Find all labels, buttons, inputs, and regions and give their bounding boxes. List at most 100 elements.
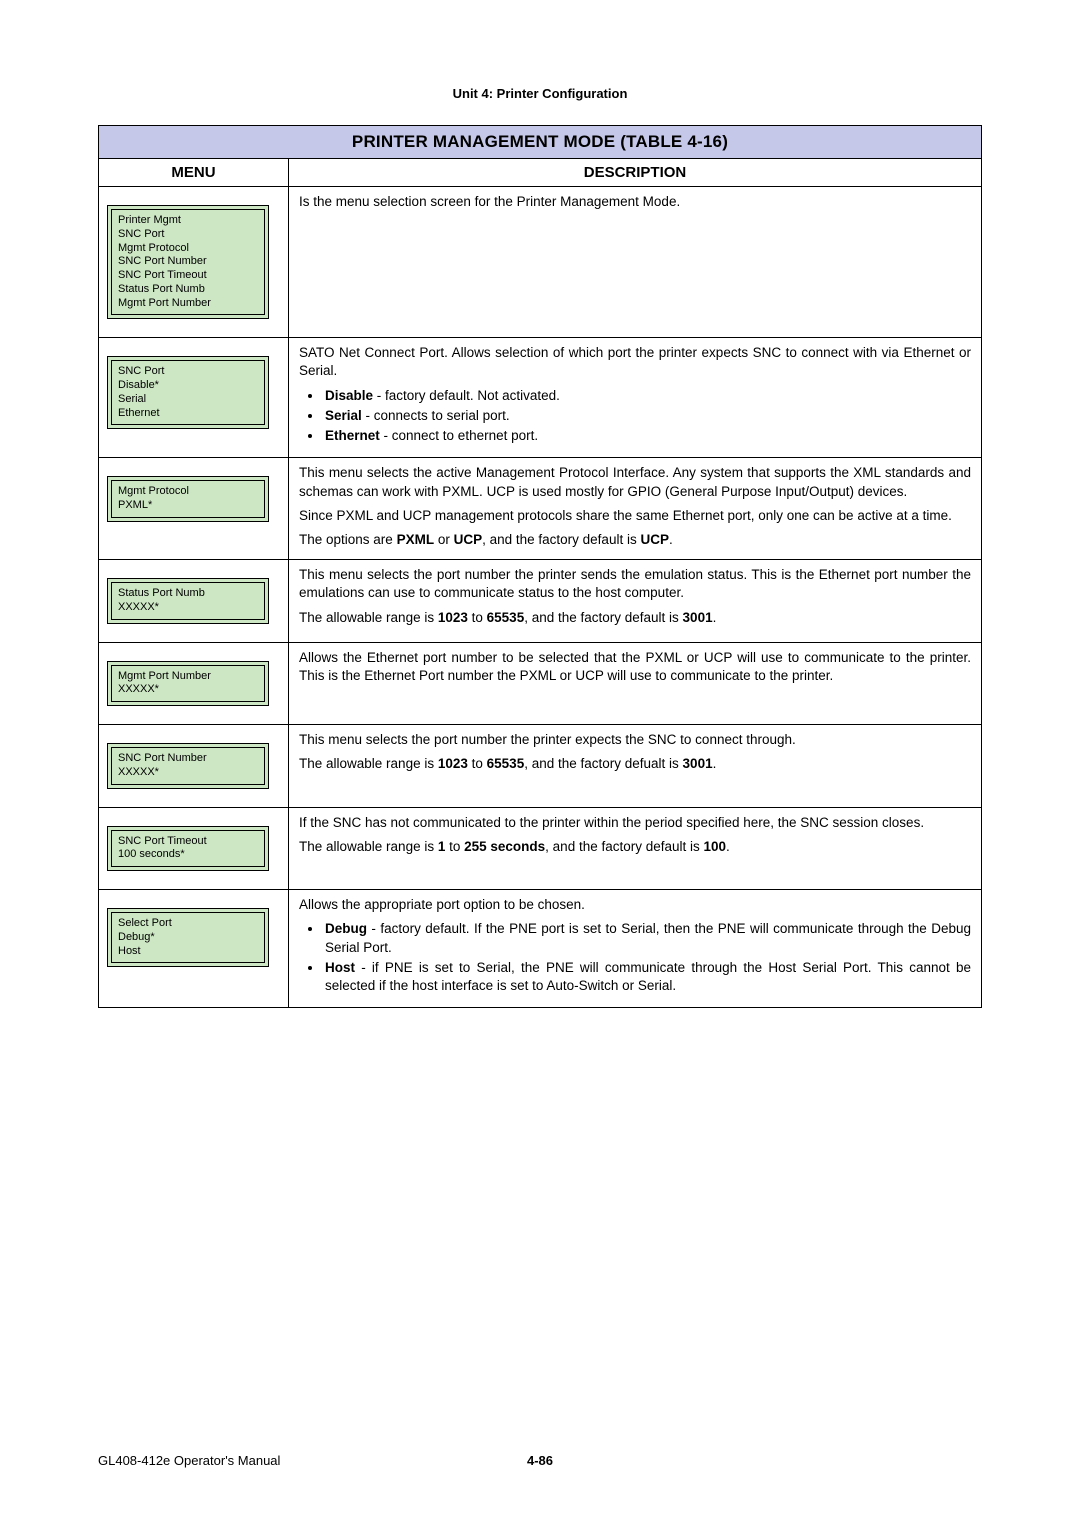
lcd-inner: SNC PortDisable*SerialEthernet (111, 360, 265, 425)
description-text: Allows the Ethernet port number to be se… (299, 649, 971, 685)
description-final: The options are PXML or UCP, and the fac… (299, 531, 971, 549)
table-row: Mgmt ProtocolPXML* This menu selects the … (99, 458, 982, 560)
lcd-panel: Mgmt ProtocolPXML* (107, 476, 269, 522)
bullet-rest: - connect to ethernet port. (380, 428, 538, 443)
description-para: If the SNC has not communicated to the p… (299, 814, 971, 832)
bullet-rest: - if PNE is set to Serial, the PNE will … (325, 960, 971, 993)
menu-cell: Mgmt Port NumberXXXXX* (99, 642, 289, 725)
menu-cell: Printer MgmtSNC PortMgmt ProtocolSNC Por… (99, 187, 289, 338)
lcd-line: SNC Port Number (118, 255, 258, 269)
bullet-rest: - factory default. Not activated. (373, 388, 560, 403)
description-para: Since PXML and UCP management protocols … (299, 507, 971, 525)
lcd-inner: Mgmt ProtocolPXML* (111, 480, 265, 518)
footer-page-number: 4-86 (280, 1453, 799, 1468)
menu-cell: SNC Port Timeout100 seconds* (99, 807, 289, 890)
lcd-panel: Printer MgmtSNC PortMgmt ProtocolSNC Por… (107, 205, 269, 319)
bullet-rest: - factory default. If the PNE port is se… (325, 921, 971, 954)
bullet-bold: Host (325, 960, 355, 975)
lcd-line: Mgmt Port Number (118, 297, 258, 311)
description-cell: This menu selects the active Management … (289, 458, 982, 560)
lcd-inner: Mgmt Port NumberXXXXX* (111, 665, 265, 703)
description-intro: SATO Net Connect Port. Allows selection … (299, 344, 971, 380)
bullet-list: Disable - factory default. Not activated… (299, 387, 971, 446)
bullet-bold: Debug (325, 921, 367, 936)
bullet-bold: Serial (325, 408, 362, 423)
lcd-line: Disable* (118, 379, 258, 393)
lcd-line: SNC Port (118, 228, 258, 242)
bullet-bold: Ethernet (325, 428, 380, 443)
description-cell: SATO Net Connect Port. Allows selection … (289, 338, 982, 458)
lcd-line: Mgmt Protocol (118, 485, 258, 499)
description-final: The allowable range is 1023 to 65535, an… (299, 609, 971, 627)
lcd-panel: SNC Port Timeout100 seconds* (107, 826, 269, 872)
description-final: The allowable range is 1023 to 65535, an… (299, 755, 971, 773)
bullet-item: Host - if PNE is set to Serial, the PNE … (323, 959, 971, 995)
lcd-line: 100 seconds* (118, 848, 258, 862)
footer-manual-name: GL408-412e Operator's Manual (98, 1453, 280, 1468)
lcd-panel: Status Port NumbXXXXX* (107, 578, 269, 624)
description-cell: This menu selects the port number the pr… (289, 725, 982, 808)
table-row: Select PortDebug*HostAllows the appropri… (99, 890, 982, 1008)
table-row: Mgmt Port NumberXXXXX* Allows the Etherne… (99, 642, 982, 725)
col-menu: MENU (99, 159, 289, 187)
description-cell: Is the menu selection screen for the Pri… (289, 187, 982, 338)
description-para: This menu selects the port number the pr… (299, 566, 971, 602)
description-para: This menu selects the port number the pr… (299, 731, 971, 749)
table-row: SNC Port NumberXXXXX* This menu selects t… (99, 725, 982, 808)
description-cell: Allows the Ethernet port number to be se… (289, 642, 982, 725)
description-cell: This menu selects the port number the pr… (289, 560, 982, 643)
table-title: PRINTER MANAGEMENT MODE (TABLE 4-16) (99, 126, 982, 159)
lcd-line: SNC Port Timeout (118, 269, 258, 283)
lcd-line: XXXXX* (118, 766, 258, 780)
lcd-inner: SNC Port NumberXXXXX* (111, 747, 265, 785)
lcd-line: Select Port (118, 917, 258, 931)
lcd-line: Serial (118, 393, 258, 407)
col-desc: DESCRIPTION (289, 159, 982, 187)
unit-header: Unit 4: Printer Configuration (98, 86, 982, 101)
lcd-panel: Mgmt Port NumberXXXXX* (107, 661, 269, 707)
lcd-line: SNC Port (118, 365, 258, 379)
menu-cell: Status Port NumbXXXXX* (99, 560, 289, 643)
description-cell: Allows the appropriate port option to be… (289, 890, 982, 1008)
description-cell: If the SNC has not communicated to the p… (289, 807, 982, 890)
lcd-line: Host (118, 945, 258, 959)
lcd-line: Status Port Numb (118, 587, 258, 601)
table-row: Printer MgmtSNC PortMgmt ProtocolSNC Por… (99, 187, 982, 338)
lcd-line: XXXXX* (118, 683, 258, 697)
bullet-rest: - connects to serial port. (362, 408, 510, 423)
lcd-line: SNC Port Timeout (118, 835, 258, 849)
lcd-line: XXXXX* (118, 601, 258, 615)
menu-cell: SNC PortDisable*SerialEthernet (99, 338, 289, 458)
table-row: Status Port NumbXXXXX* This menu selects … (99, 560, 982, 643)
table-row: SNC PortDisable*SerialEthernetSATO Net C… (99, 338, 982, 458)
bullet-bold: Disable (325, 388, 373, 403)
lcd-line: Mgmt Protocol (118, 242, 258, 256)
description-final: The allowable range is 1 to 255 seconds,… (299, 838, 971, 856)
menu-cell: SNC Port NumberXXXXX* (99, 725, 289, 808)
bullet-item: Disable - factory default. Not activated… (323, 387, 971, 405)
lcd-line: Ethernet (118, 407, 258, 421)
lcd-panel: Select PortDebug*Host (107, 908, 269, 967)
bullet-item: Debug - factory default. If the PNE port… (323, 920, 971, 956)
lcd-line: Status Port Numb (118, 283, 258, 297)
config-table: PRINTER MANAGEMENT MODE (TABLE 4-16) MEN… (98, 125, 982, 1008)
description-intro: Allows the appropriate port option to be… (299, 896, 971, 914)
page-footer: GL408-412e Operator's Manual 4-86 GL408-… (98, 1453, 982, 1468)
bullet-item: Ethernet - connect to ethernet port. (323, 427, 971, 445)
lcd-inner: Printer MgmtSNC PortMgmt ProtocolSNC Por… (111, 209, 265, 315)
bullet-list: Debug - factory default. If the PNE port… (299, 920, 971, 995)
lcd-inner: Status Port NumbXXXXX* (111, 582, 265, 620)
lcd-line: Debug* (118, 931, 258, 945)
lcd-line: Printer Mgmt (118, 214, 258, 228)
lcd-panel: SNC PortDisable*SerialEthernet (107, 356, 269, 429)
lcd-inner: Select PortDebug*Host (111, 912, 265, 963)
lcd-inner: SNC Port Timeout100 seconds* (111, 830, 265, 868)
menu-cell: Mgmt ProtocolPXML* (99, 458, 289, 560)
lcd-line: SNC Port Number (118, 752, 258, 766)
bullet-item: Serial - connects to serial port. (323, 407, 971, 425)
lcd-line: PXML* (118, 499, 258, 513)
table-row: SNC Port Timeout100 seconds* If the SNC h… (99, 807, 982, 890)
menu-cell: Select PortDebug*Host (99, 890, 289, 1008)
description-para: This menu selects the active Management … (299, 464, 971, 500)
description-text: Is the menu selection screen for the Pri… (299, 193, 971, 211)
